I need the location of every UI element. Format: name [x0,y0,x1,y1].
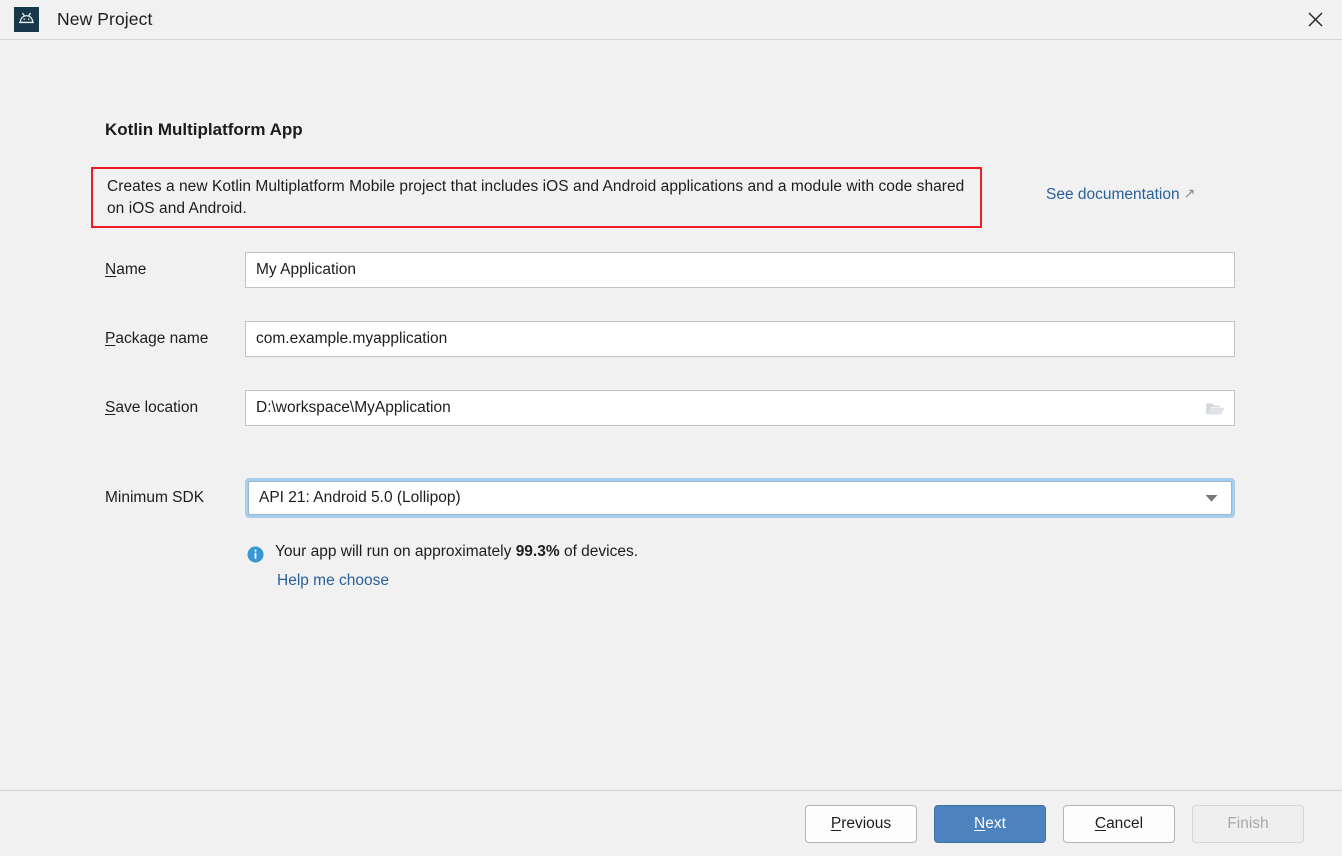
chevron-down-icon[interactable] [1197,482,1225,514]
next-button[interactable]: Next [934,804,1046,843]
device-coverage-percent: 99.3% [515,543,560,560]
previous-button[interactable]: Previous [805,804,917,843]
minimum-sdk-combobox-inner[interactable]: API 21: Android 5.0 (Lollipop) [248,481,1232,515]
finish-button: Finish [1192,804,1304,843]
minimum-sdk-combobox[interactable]: API 21: Android 5.0 (Lollipop) [245,478,1235,518]
window-title: New Project [57,9,153,29]
device-coverage-text-before: Your app will run on approximately [275,543,516,560]
cancel-button-mnemonic: C [1094,814,1107,832]
help-me-choose-link[interactable]: Help me choose [277,572,389,590]
finish-button-label: Finish [1227,814,1269,832]
save-location-input[interactable]: D:\workspace\MyApplication [245,390,1235,426]
device-coverage-text: Your app will run on approximately 99.3%… [275,543,638,561]
close-icon[interactable] [1288,0,1342,39]
dialog-content: Kotlin Multiplatform App Creates a new K… [0,40,1342,790]
name-label: Name [105,261,146,279]
previous-button-label: revious [841,814,892,832]
minimum-sdk-value: API 21: Android 5.0 (Lollipop) [259,489,461,506]
name-input-value: My Application [256,261,356,278]
save-location-label: Save location [105,399,198,417]
name-label-mnemonic: N [105,261,117,278]
see-documentation-link[interactable]: See documentation ↗ [1046,185,1196,204]
package-name-input[interactable]: com.example.myapplication [245,321,1235,357]
package-name-input-value: com.example.myapplication [256,330,448,347]
info-icon [247,546,264,563]
package-name-label: Package name [105,330,208,348]
see-documentation-label: See documentation [1046,186,1180,203]
name-input[interactable]: My Application [245,252,1235,288]
cancel-button[interactable]: Cancel [1063,804,1175,843]
minimum-sdk-label: Minimum SDK [105,489,205,506]
previous-button-mnemonic: P [830,814,842,832]
next-button-mnemonic: N [974,814,986,832]
next-button-label: ext [985,814,1006,832]
android-robot-icon [14,7,39,32]
page-title: Kotlin Multiplatform App [105,120,303,139]
save-location-label-rest: ave location [115,399,199,416]
name-label-rest: ame [116,261,147,278]
save-location-input-value: D:\workspace\MyApplication [256,399,451,416]
folder-icon[interactable] [1198,391,1232,425]
new-project-dialog: New Project Kotlin Multiplatform App Cre… [0,0,1342,856]
package-name-label-rest: ackage name [115,330,209,347]
device-coverage-text-after: of devices. [559,543,639,560]
dialog-footer: Previous Next Cancel Finish [0,790,1342,856]
external-link-arrow-icon: ↗ [1183,185,1196,201]
package-name-label-mnemonic: P [105,330,116,347]
template-description: Creates a new Kotlin Multiplatform Mobil… [107,178,965,217]
cancel-button-label: ancel [1106,814,1144,832]
save-location-label-mnemonic: S [105,399,116,416]
device-coverage-info: Your app will run on approximately 99.3%… [247,543,638,563]
title-bar: New Project [0,0,1342,40]
template-description-box: Creates a new Kotlin Multiplatform Mobil… [91,167,982,228]
